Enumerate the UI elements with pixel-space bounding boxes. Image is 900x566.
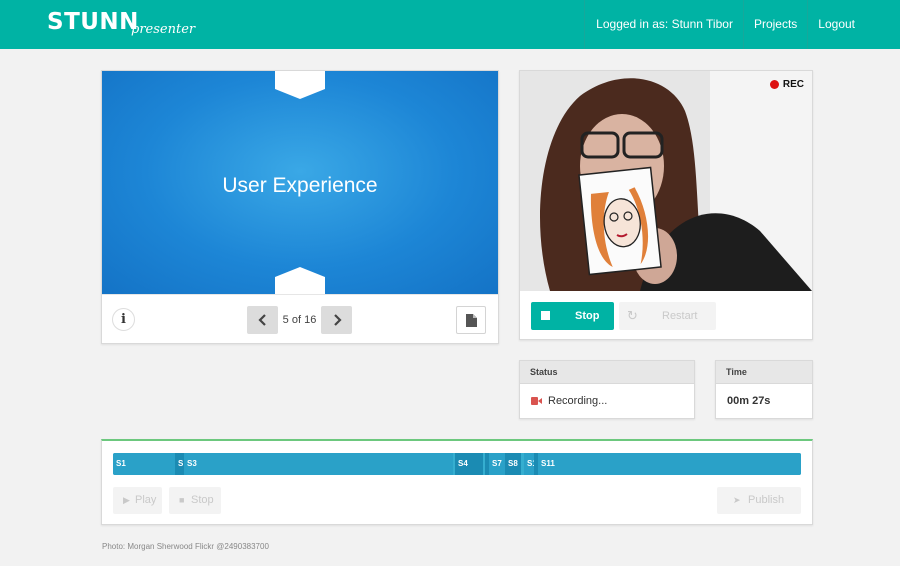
status-card: Status Recording... bbox=[519, 360, 695, 419]
chevron-right-icon bbox=[333, 314, 342, 326]
play-icon: ▶ bbox=[123, 495, 130, 505]
send-icon: ➤ bbox=[733, 495, 741, 505]
slide-preview: User Experience bbox=[102, 71, 498, 294]
photo-credit: Photo: Morgan Sherwood Flickr @249038370… bbox=[102, 542, 269, 551]
status-heading: Status bbox=[520, 361, 694, 384]
timeline-stop-button[interactable]: ■ Stop bbox=[169, 487, 221, 514]
timeline-segment[interactable]: S1 bbox=[524, 453, 534, 475]
time-heading: Time bbox=[716, 361, 812, 384]
refresh-icon: ↻ bbox=[627, 308, 638, 323]
brand-name: STUNN bbox=[47, 9, 139, 35]
top-navbar: STUNN presenter Logged in as: Stunn Tibo… bbox=[0, 0, 900, 49]
status-body: Recording... bbox=[520, 384, 694, 418]
publish-button[interactable]: ➤ Publish bbox=[717, 487, 801, 514]
status-value: Recording... bbox=[548, 395, 608, 407]
chevron-left-icon bbox=[257, 314, 266, 326]
time-value: 00m 27s bbox=[727, 395, 771, 407]
play-button[interactable]: ▶ Play bbox=[113, 487, 162, 514]
hexagon-shape bbox=[275, 71, 325, 99]
document-icon bbox=[466, 314, 477, 327]
slide-title: User Experience bbox=[222, 174, 378, 197]
timeline-segment[interactable]: S3 bbox=[184, 453, 453, 475]
restart-label: Restart bbox=[662, 310, 698, 322]
nav-logout-link[interactable]: Logout bbox=[807, 0, 900, 49]
stop-recording-button[interactable]: Stop bbox=[531, 302, 614, 330]
info-button[interactable]: i bbox=[112, 308, 135, 331]
timeline-stop-label: Stop bbox=[191, 494, 214, 506]
timeline-segment[interactable]: S4 bbox=[455, 453, 483, 475]
brand-logo[interactable]: STUNN presenter bbox=[47, 9, 195, 37]
timeline-segment[interactable]: S7 bbox=[489, 453, 505, 475]
notes-button[interactable] bbox=[456, 306, 486, 334]
video-camera-icon bbox=[531, 397, 542, 406]
nav-menu: Logged in as: Stunn Tibor Projects Logou… bbox=[584, 0, 900, 49]
recording-indicator: REC bbox=[769, 79, 804, 90]
timeline-segment[interactable]: S8 bbox=[505, 453, 521, 475]
info-icon: i bbox=[121, 312, 126, 327]
webcam-preview: REC bbox=[520, 71, 812, 291]
publish-label: Publish bbox=[748, 494, 785, 506]
timeline-segment[interactable]: S1 bbox=[113, 453, 175, 475]
nav-projects-link[interactable]: Projects bbox=[742, 0, 807, 49]
record-dot-icon bbox=[769, 80, 779, 89]
logged-in-user: Logged in as: Stunn Tibor bbox=[584, 0, 743, 49]
timeline-segment[interactable]: S11 bbox=[538, 453, 801, 475]
webcam-panel: REC Stop ↻ Restart bbox=[519, 70, 813, 340]
timeline-segment[interactable]: S bbox=[175, 453, 184, 475]
timeline-track[interactable]: S1 S S3 S4 S7 S8 S1 S11 bbox=[113, 453, 801, 475]
stop-icon: ■ bbox=[179, 495, 185, 505]
webcam-video-frame bbox=[520, 71, 812, 291]
recording-controls: Stop ↻ Restart bbox=[520, 291, 812, 339]
hexagon-shape bbox=[275, 267, 325, 294]
stop-icon bbox=[541, 311, 550, 320]
slide-page-counter: 5 of 16 bbox=[282, 314, 317, 326]
stop-recording-label: Stop bbox=[575, 310, 600, 322]
slide-panel: User Experience i 5 of 16 bbox=[101, 70, 499, 344]
play-label: Play bbox=[135, 494, 157, 506]
slide-controls: i 5 of 16 bbox=[102, 294, 498, 343]
rec-label: REC bbox=[782, 79, 804, 90]
prev-slide-button[interactable] bbox=[247, 306, 278, 334]
brand-subtitle: presenter bbox=[131, 22, 196, 37]
restart-recording-button[interactable]: ↻ Restart bbox=[619, 302, 716, 330]
timeline-panel: S1 S S3 S4 S7 S8 S1 S11 ▶ Play ■ Stop ➤ … bbox=[101, 439, 813, 525]
next-slide-button[interactable] bbox=[321, 306, 352, 334]
time-card: Time 00m 27s bbox=[715, 360, 813, 419]
